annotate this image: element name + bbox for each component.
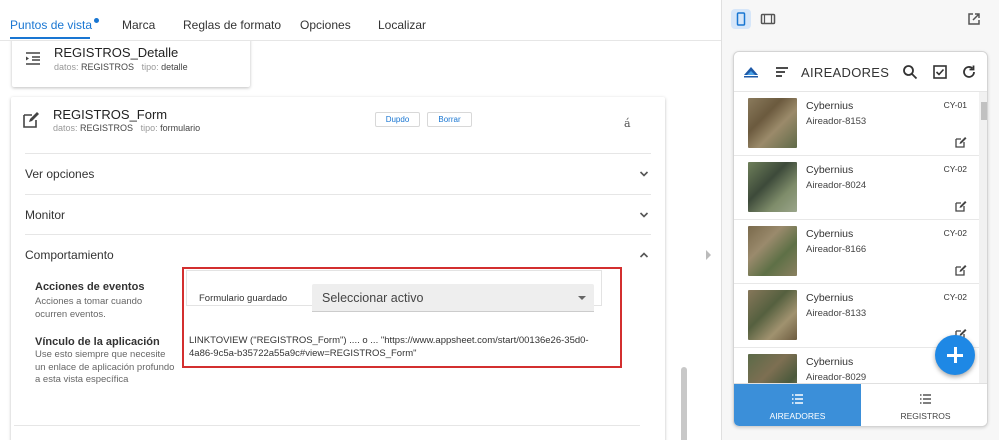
view-tabs-bar: Puntos de vista Marca Reglas de formato … (0, 0, 721, 41)
tab-registros[interactable]: REGISTROS (862, 384, 987, 426)
detail-view-icon (26, 52, 40, 65)
app-title: AIREADORES (801, 65, 890, 80)
expand-panel-arrow-icon[interactable] (706, 250, 711, 260)
tablet-icon (760, 13, 776, 25)
list-item[interactable]: Cybernius Aireador-8166 CY-02 (734, 220, 979, 284)
item-photo (748, 290, 797, 340)
list-icon (920, 394, 931, 404)
view-title: REGISTROS_Form (53, 107, 168, 122)
phone-preview-button[interactable] (731, 9, 751, 29)
view-meta: datos: REGISTROS tipo: formulario (53, 123, 201, 133)
active-tab-indicator (10, 37, 90, 39)
delete-button[interactable]: Borrar (427, 112, 472, 127)
view-card-form: REGISTROS_Form datos: REGISTROS tipo: fo… (11, 97, 665, 440)
tab-opciones[interactable]: Opciones (300, 18, 351, 32)
section-monitor[interactable]: Monitor (25, 194, 651, 234)
view-title: REGISTROS_Detalle (54, 45, 179, 60)
app-link-help: Use esto siempre que necesite un enlace … (35, 349, 175, 385)
item-photo (748, 98, 797, 148)
search-icon[interactable] (902, 64, 918, 80)
scrollbar[interactable] (681, 367, 687, 440)
tab-reglas-de-formato[interactable]: Reglas de formato (183, 18, 281, 32)
bottom-navigation: AIREADORES REGISTROS (734, 383, 987, 426)
phone-preview: AIREADORES Cybernius Aireador-8153 CY-01… (733, 51, 988, 427)
tab-aireadores[interactable]: AIREADORES (734, 384, 861, 426)
view-card-detalle[interactable]: REGISTROS_Detalle datos: REGISTROS tipo:… (12, 41, 250, 87)
app-link-label: Vínculo de la aplicación (35, 336, 160, 348)
tablet-preview-button[interactable] (758, 9, 778, 29)
scrollbar-thumb[interactable] (981, 102, 987, 120)
app-header: AIREADORES (734, 52, 987, 92)
open-external-icon[interactable] (966, 11, 982, 27)
item-photo (748, 162, 797, 212)
tab-marca[interactable]: Marca (122, 18, 155, 32)
checkbox-icon[interactable] (932, 64, 948, 80)
app-link-value: LINKTOVIEW ("REGISTROS_Form") .... o ...… (189, 335, 589, 359)
item-photo (748, 226, 797, 276)
refresh-icon[interactable] (961, 64, 977, 80)
app-logo-icon (744, 67, 758, 78)
list-icon (792, 394, 803, 404)
list-item[interactable]: Cybernius Aireador-8153 CY-01 (734, 92, 979, 156)
list-item[interactable]: Cybernius Aireador-8024 CY-02 (734, 156, 979, 220)
tab-puntos-de-vista[interactable]: Puntos de vista (10, 18, 100, 32)
form-saved-label: Formulario guardado (199, 293, 288, 304)
add-icon[interactable] (935, 335, 975, 375)
chevron-down-icon (639, 212, 649, 218)
list-scrollbar[interactable] (979, 92, 987, 383)
chevron-up-icon (639, 252, 649, 258)
sort-icon[interactable] (774, 64, 790, 80)
event-actions-help: Acciones a tomar cuando ocurren eventos. (35, 296, 143, 320)
form-saved-action-select[interactable]: Seleccionar activo (312, 284, 594, 312)
edit-icon[interactable] (955, 264, 967, 276)
event-actions-label: Acciones de eventos (35, 281, 145, 293)
view-meta: datos: REGISTROS tipo: detalle (54, 62, 188, 72)
form-edit-icon (23, 112, 39, 128)
phone-icon (736, 12, 746, 26)
edit-icon[interactable] (955, 200, 967, 212)
section-ver-opciones[interactable]: Ver opciones (25, 153, 651, 193)
item-photo (748, 354, 797, 383)
unsaved-dot-icon (94, 18, 100, 23)
chevron-down-icon (639, 171, 649, 177)
divider (14, 425, 640, 426)
tab-localizar[interactable]: Localizar (378, 18, 426, 32)
section-comportamiento[interactable]: Comportamiento (25, 234, 651, 274)
views-editor: REGISTROS_Detalle datos: REGISTROS tipo:… (0, 41, 700, 440)
edit-icon[interactable] (955, 136, 967, 148)
duplicate-button[interactable]: Dupdo (375, 112, 420, 127)
stray-character: á (624, 117, 631, 130)
dropdown-arrow-icon (578, 296, 586, 300)
